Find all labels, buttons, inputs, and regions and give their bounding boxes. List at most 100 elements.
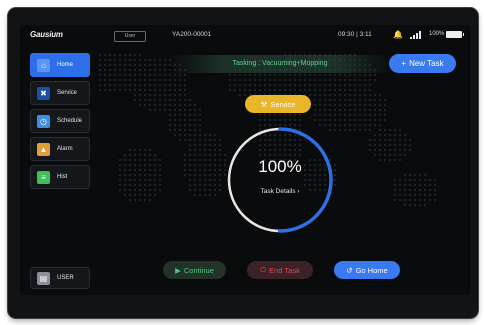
map-dot: [149, 174, 151, 176]
bell-icon[interactable]: 🔔: [393, 30, 403, 39]
map-dot: [424, 204, 426, 206]
map-dot: [234, 74, 236, 76]
map-dot: [99, 69, 101, 71]
end-task-button[interactable]: ⏻ End Task: [247, 261, 313, 279]
map-dot: [199, 164, 201, 166]
map-dot: [109, 89, 111, 91]
map-dot: [364, 114, 366, 116]
map-dot: [289, 119, 291, 121]
map-dot: [239, 84, 241, 86]
map-dot: [174, 94, 176, 96]
map-dot: [349, 129, 351, 131]
map-dot: [199, 184, 201, 186]
map-dot: [159, 94, 161, 96]
map-dot: [134, 64, 136, 66]
map-dot: [369, 99, 371, 101]
map-dot: [404, 149, 406, 151]
sidebar-item-home[interactable]: ⌂ Home: [30, 53, 90, 77]
map-dot: [204, 154, 206, 156]
service-button[interactable]: ⚒ Service: [245, 95, 311, 113]
user-account-button[interactable]: ▤ USER: [30, 267, 90, 289]
continue-label: Continue: [183, 265, 214, 275]
map-dot: [349, 99, 351, 101]
map-dot: [239, 94, 241, 96]
map-dot: [369, 74, 371, 76]
map-dot: [149, 159, 151, 161]
user-pill[interactable]: User: [114, 31, 146, 42]
map-dot: [109, 69, 111, 71]
map-dot: [189, 184, 191, 186]
map-dot: [294, 114, 296, 116]
map-dot: [214, 189, 216, 191]
map-dot: [209, 134, 211, 136]
sidebar-item-alarm[interactable]: ▲ Alarm: [30, 137, 90, 161]
new-task-button[interactable]: + New Task: [389, 54, 456, 73]
map-dot: [209, 174, 211, 176]
map-dot: [399, 179, 401, 181]
map-dot: [364, 74, 366, 76]
map-dot: [374, 109, 376, 111]
map-dot: [299, 114, 301, 116]
map-dot: [129, 189, 131, 191]
map-dot: [404, 194, 406, 196]
map-dot: [399, 184, 401, 186]
map-dot: [259, 89, 261, 91]
sidebar-item-service[interactable]: ✖ Service: [30, 81, 90, 105]
map-dot: [124, 54, 126, 56]
map-dot: [154, 109, 156, 111]
map-dot: [354, 79, 356, 81]
map-dot: [104, 74, 106, 76]
map-dot: [344, 114, 346, 116]
map-dot: [114, 74, 116, 76]
map-dot: [179, 124, 181, 126]
map-dot: [124, 89, 126, 91]
map-dot: [174, 74, 176, 76]
sidebar-item-history[interactable]: ≡ Hist: [30, 165, 90, 189]
sidebar-item-schedule[interactable]: ◷ Schedule: [30, 109, 90, 133]
map-dot: [369, 129, 371, 131]
schedule-icon: ◷: [37, 114, 50, 128]
map-dot: [209, 184, 211, 186]
map-dot: [294, 84, 296, 86]
map-dot: [214, 159, 216, 161]
map-dot: [334, 94, 336, 96]
map-dot: [139, 104, 141, 106]
map-dot: [344, 109, 346, 111]
task-progress-ring[interactable]: 100% Task Details ›: [225, 125, 335, 235]
map-dot: [274, 114, 276, 116]
map-dot: [104, 84, 106, 86]
map-dot: [409, 149, 411, 151]
map-dot: [154, 159, 156, 161]
task-details-link[interactable]: Task Details ›: [225, 188, 335, 195]
map-dot: [139, 194, 141, 196]
map-dot: [129, 184, 131, 186]
map-dot: [299, 84, 301, 86]
map-dot: [354, 84, 356, 86]
map-dot: [254, 84, 256, 86]
map-dot: [159, 59, 161, 61]
map-dot: [219, 189, 221, 191]
map-dot: [184, 139, 186, 141]
map-dot: [389, 154, 391, 156]
map-dot: [169, 119, 171, 121]
map-dot: [149, 164, 151, 166]
map-dot: [214, 134, 216, 136]
map-dot: [144, 74, 146, 76]
map-dot: [349, 119, 351, 121]
map-dot: [419, 189, 421, 191]
map-dot: [129, 79, 131, 81]
map-dot: [399, 139, 401, 141]
continue-button[interactable]: ▶ Continue: [163, 261, 226, 279]
map-dot: [159, 109, 161, 111]
map-dot: [154, 94, 156, 96]
map-dot: [334, 74, 336, 76]
map-dot: [369, 139, 371, 141]
map-dot: [159, 179, 161, 181]
go-home-label: Go Home: [355, 265, 388, 275]
map-dot: [159, 79, 161, 81]
go-home-button[interactable]: ↺ Go Home: [334, 261, 400, 279]
map-dot: [169, 104, 171, 106]
map-dot: [154, 194, 156, 196]
map-dot: [184, 79, 186, 81]
map-dot: [279, 74, 281, 76]
